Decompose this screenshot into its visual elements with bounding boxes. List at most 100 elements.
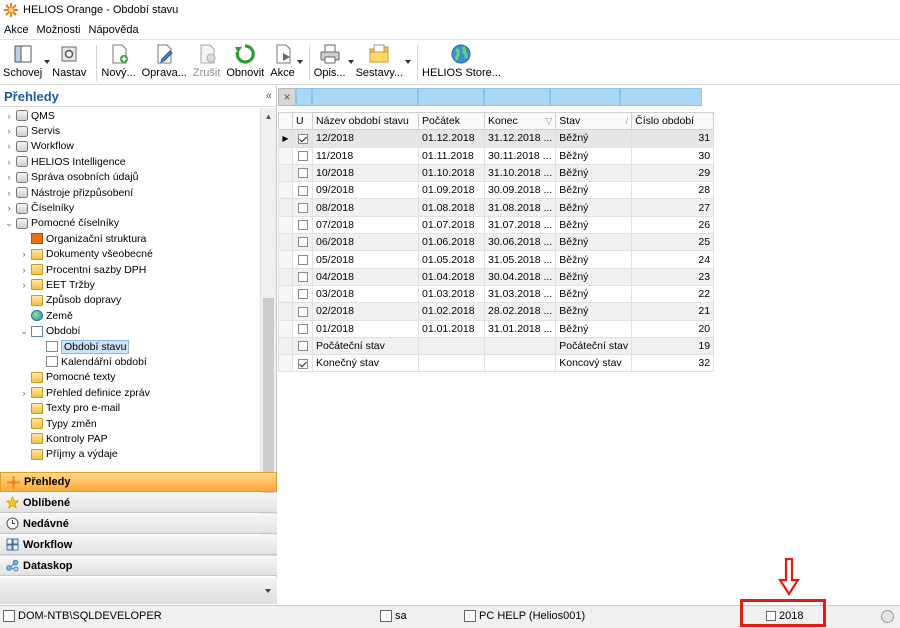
row-selector[interactable] — [278, 354, 293, 373]
tree-item[interactable]: Kalendářní období — [0, 354, 260, 369]
row-selector[interactable] — [278, 233, 293, 252]
table-row[interactable]: 09/2018 01.09.2018 30.09.2018 ... Běžný 28 — [278, 181, 715, 200]
checkbox[interactable] — [297, 306, 308, 317]
collapse-panel-button[interactable]: « — [266, 90, 272, 102]
dropdown-arrow-icon[interactable] — [42, 41, 52, 71]
table-row[interactable]: 02/2018 01.02.2018 28.02.2018 ... Běžný 21 — [278, 302, 715, 321]
nav-overflow-bar[interactable] — [0, 578, 277, 604]
column-header-name[interactable]: Název období stavu — [312, 111, 419, 131]
menu-napoveda[interactable]: Nápověda — [89, 24, 139, 36]
tree-item[interactable]: ⌄ Pomocné číselníky — [0, 216, 260, 231]
nav-button-star[interactable]: Oblíbené — [0, 493, 277, 513]
scroll-up-icon[interactable]: ▲ — [261, 108, 276, 124]
menu-akce[interactable]: Akce — [4, 24, 28, 36]
filter-cell-end[interactable] — [484, 88, 550, 106]
checkbox[interactable] — [297, 272, 308, 283]
row-selector[interactable] — [278, 163, 293, 183]
column-header-state[interactable]: Stav / — [555, 111, 633, 131]
checkbox[interactable] — [297, 168, 308, 179]
checkbox[interactable] — [297, 358, 308, 369]
table-row[interactable]: Konečný stav Koncový stav 32 — [278, 354, 715, 373]
table-row[interactable]: 10/2018 01.10.2018 31.10.2018 ... Běžný 29 — [278, 163, 715, 183]
toolbar-nastav-button[interactable]: Nastav — [52, 41, 86, 83]
tree-item[interactable]: Způsob dopravy — [0, 293, 260, 308]
tree-item[interactable]: Typy změn — [0, 416, 260, 431]
column-header-num[interactable]: Číslo období — [631, 111, 715, 131]
table-row[interactable]: 11/2018 01.11.2018 30.11.2018 ... Běžný 30 — [278, 146, 715, 165]
toolbar-oprava-button[interactable]: Oprava... — [142, 41, 187, 83]
tree-item[interactable]: › QMS — [0, 108, 260, 123]
tree-item[interactable]: Texty pro e-mail — [0, 400, 260, 415]
dropdown-arrow-icon[interactable] — [346, 41, 356, 71]
checkbox[interactable] — [297, 323, 308, 334]
column-header-u[interactable]: U — [292, 111, 313, 131]
filter-cell-state[interactable] — [550, 88, 620, 106]
row-selector[interactable] — [278, 302, 293, 321]
tree-item[interactable]: Příjmy a výdaje — [0, 447, 260, 462]
tree-item[interactable]: › Číselníky — [0, 200, 260, 215]
checkbox[interactable] — [297, 341, 308, 352]
table-row[interactable]: 04/2018 01.04.2018 30.04.2018 ... Běžný 23 — [278, 267, 715, 286]
tree-item[interactable]: › Nástroje přizpůsobení — [0, 185, 260, 200]
toolbar-nov-button[interactable]: Nový... — [101, 41, 136, 83]
expand-toggle-icon[interactable]: ⌄ — [19, 326, 29, 337]
row-selector[interactable] — [278, 319, 293, 338]
expand-toggle-icon[interactable]: › — [4, 141, 14, 151]
table-row[interactable]: Počáteční stav Počáteční stav 19 — [278, 336, 715, 356]
expand-toggle-icon[interactable]: › — [4, 111, 14, 121]
tree-item[interactable]: › EET Tržby — [0, 277, 260, 292]
tree-item[interactable]: › Správa osobních údajů — [0, 170, 260, 185]
table-row[interactable]: 08/2018 01.08.2018 31.08.2018 ... Běžný 27 — [278, 198, 715, 217]
table-row[interactable]: 06/2018 01.06.2018 30.06.2018 ... Běžný 25 — [278, 233, 715, 252]
tree-item[interactable]: Země — [0, 308, 260, 323]
toolbar-helios-store-button[interactable]: HELIOS Store... — [422, 41, 501, 83]
row-selector[interactable] — [278, 336, 293, 356]
checkbox[interactable] — [297, 254, 308, 265]
checkbox[interactable] — [297, 202, 308, 213]
row-selector[interactable] — [278, 146, 293, 165]
close-filter-icon[interactable]: × — [278, 88, 296, 106]
checkbox[interactable] — [297, 289, 308, 300]
row-selector[interactable] — [278, 250, 293, 269]
tree-item[interactable]: Pomocné texty — [0, 370, 260, 385]
checkbox[interactable] — [297, 133, 308, 144]
table-row[interactable]: 05/2018 01.05.2018 31.05.2018 ... Běžný 24 — [278, 250, 715, 269]
row-selector[interactable]: ▶ — [278, 129, 293, 148]
row-selector[interactable] — [278, 181, 293, 200]
tree-item[interactable]: › Dokumenty všeobecné — [0, 247, 260, 262]
filter-cell-num[interactable] — [620, 88, 702, 106]
toolbar-obnovit-button[interactable]: Obnovit — [226, 41, 264, 83]
nav-button-overview[interactable]: Přehledy — [0, 472, 277, 492]
tree-item[interactable]: › HELIOS Intelligence — [0, 154, 260, 169]
expand-toggle-icon[interactable]: › — [4, 188, 14, 198]
expand-toggle-icon[interactable]: › — [19, 280, 29, 290]
expand-toggle-icon[interactable]: › — [19, 249, 29, 259]
tree-item[interactable]: ⌄ Období — [0, 323, 260, 338]
toolbar-schovej-button[interactable]: Schovej — [3, 41, 42, 83]
expand-toggle-icon[interactable]: › — [4, 172, 14, 182]
expand-toggle-icon[interactable]: ⌄ — [4, 218, 14, 229]
checkbox[interactable] — [297, 237, 308, 248]
row-selector[interactable] — [278, 267, 293, 286]
column-header-start[interactable]: Počátek — [418, 111, 485, 131]
nav-button-dataskop[interactable]: Dataskop — [0, 556, 277, 576]
expand-toggle-icon[interactable]: › — [4, 203, 14, 213]
filter-icon[interactable]: ▽ — [545, 116, 552, 127]
filter-cell-start[interactable] — [418, 88, 484, 106]
expand-toggle-icon[interactable]: › — [19, 265, 29, 275]
dropdown-arrow-icon[interactable] — [295, 41, 305, 71]
checkbox[interactable] — [297, 150, 308, 161]
tree-item[interactable]: Období stavu — [0, 339, 260, 354]
filter-cell-name[interactable] — [312, 88, 418, 106]
row-selector[interactable] — [278, 284, 293, 304]
row-selector[interactable] — [278, 215, 293, 235]
expand-toggle-icon[interactable]: › — [4, 157, 14, 167]
toolbar-sestavy-button[interactable]: Sestavy... — [356, 41, 403, 83]
tree-item[interactable]: Kontroly PAP — [0, 431, 260, 446]
filter-cell-u[interactable] — [296, 88, 312, 106]
toolbar-akce-button[interactable]: Akce — [270, 41, 295, 83]
dropdown-arrow-icon[interactable] — [403, 41, 413, 71]
menu-moznosti[interactable]: Možnosti — [36, 24, 80, 36]
nav-button-clock[interactable]: Nedávné — [0, 514, 277, 534]
toolbar-zru-it-button[interactable]: Zrušit — [193, 41, 220, 83]
